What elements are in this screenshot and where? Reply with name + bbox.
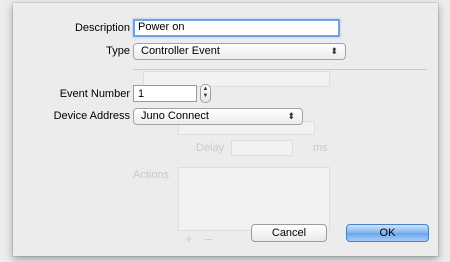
separator [133,69,427,70]
type-label: Type [106,45,130,57]
ghost-delay-label: Delay [196,142,225,154]
ghost-remove-button: – [205,231,213,246]
event-dialog: Delay ms Actions + – Description Power o… [13,3,438,256]
device-address-value: Juno Connect [141,110,209,122]
popup-arrows-icon: ⬍ [287,111,295,121]
event-number-stepper[interactable]: ▲ ▼ [200,84,211,103]
cancel-button[interactable]: Cancel [251,224,327,242]
popup-arrows-icon: ⬍ [330,46,338,56]
type-popup[interactable]: Controller Event ⬍ [133,43,346,60]
ghost-add-button: + [185,231,193,246]
stepper-down-icon[interactable]: ▼ [201,93,210,100]
description-field[interactable]: Power on [133,19,340,37]
stepper-up-icon[interactable]: ▲ [201,86,210,93]
type-value: Controller Event [141,45,220,57]
ghost-delay-field [231,140,293,156]
description-label: Description [74,22,130,34]
ghost-actions-label: Actions [133,169,170,181]
device-address-label: Device Address [53,110,130,122]
ok-button[interactable]: OK [346,224,429,242]
description-value: Power on [138,21,185,33]
ghost-actions-list [178,167,330,231]
event-number-field[interactable]: 1 [133,85,197,102]
device-address-popup[interactable]: Juno Connect ⬍ [133,108,303,125]
ghost-ms-label: ms [313,142,328,154]
event-number-label: Event Number [59,88,130,100]
event-number-value: 1 [138,88,145,100]
